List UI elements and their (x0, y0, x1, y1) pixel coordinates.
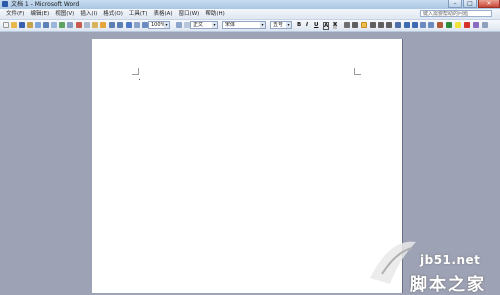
menu-insert[interactable]: 插入(I) (80, 9, 97, 19)
window-controls: – □ × (447, 0, 500, 9)
menu-table[interactable]: 表格(A) (154, 9, 173, 19)
hyperlink-icon[interactable] (126, 22, 132, 28)
open-folder-icon[interactable] (11, 22, 17, 28)
style-select[interactable]: 正文 ▾ (190, 21, 218, 29)
italic-button[interactable]: I (306, 21, 308, 30)
font-size-select[interactable]: 五号 ▾ (270, 21, 292, 29)
help-search-input[interactable]: 键入需要帮助的问题 (420, 10, 492, 17)
research-icon[interactable] (67, 22, 73, 28)
chevron-down-icon: ▾ (260, 22, 265, 28)
align-center-icon[interactable] (370, 22, 376, 28)
align-right-icon[interactable] (378, 22, 384, 28)
new-document-icon[interactable] (3, 22, 9, 28)
crop-mark-top-right (354, 68, 361, 75)
change-case-icon[interactable] (437, 22, 443, 28)
font-select[interactable]: 宋体 ▾ (222, 21, 266, 29)
font-color-icon[interactable] (464, 22, 470, 28)
numbering-icon[interactable] (404, 22, 410, 28)
paste-icon[interactable] (92, 22, 98, 28)
highlight-icon[interactable] (455, 22, 461, 28)
menu-edit[interactable]: 编辑(E) (30, 9, 49, 19)
crop-mark-top-left (132, 68, 139, 75)
line-spacing-icon[interactable] (395, 22, 401, 28)
distributed-icon[interactable] (386, 22, 392, 28)
print-preview-icon[interactable] (51, 22, 57, 28)
window-title: 文档 1 - Microsoft Word (11, 1, 80, 8)
chevron-down-icon: ▾ (164, 22, 169, 28)
chevron-down-icon: ▾ (212, 22, 217, 28)
chevron-down-icon: ▾ (286, 22, 291, 28)
menu-view[interactable]: 视图(V) (55, 9, 74, 19)
asian-layout-icon[interactable] (473, 22, 479, 28)
maximize-button[interactable]: □ (463, 0, 477, 8)
permission-icon[interactable] (27, 22, 33, 28)
close-button[interactable]: × (478, 0, 500, 8)
bold-button[interactable]: B (297, 21, 301, 30)
increase-indent-icon[interactable] (428, 22, 434, 28)
menu-bar: 文件(F) 编辑(E) 视图(V) 插入(I) 格式(O) 工具(T) 表格(A… (0, 9, 500, 20)
redo-icon[interactable] (117, 22, 123, 28)
text-cursor (139, 79, 140, 80)
underline-button[interactable]: U (314, 21, 318, 30)
undo-icon[interactable] (109, 22, 115, 28)
email-icon[interactable] (35, 22, 41, 28)
character-shading-button[interactable]: X (333, 22, 338, 29)
watermark-site: jb51.net (420, 253, 481, 267)
document-page[interactable] (92, 39, 402, 293)
zoom-select[interactable]: 100% ▾ (148, 21, 170, 29)
font-size-value: 五号 (273, 22, 284, 28)
print-icon[interactable] (43, 22, 49, 28)
menu-help[interactable]: 帮助(H) (205, 9, 224, 19)
copy-icon[interactable] (84, 22, 90, 28)
menu-tools[interactable]: 工具(T) (129, 9, 148, 19)
align-left-icon[interactable] (352, 22, 358, 28)
format-painter-icon[interactable] (100, 22, 106, 28)
decrease-indent-icon[interactable] (420, 22, 426, 28)
border-icon[interactable] (446, 22, 452, 28)
save-icon[interactable] (19, 22, 25, 28)
help-icon[interactable] (176, 22, 182, 28)
text-effect-icon[interactable] (344, 22, 350, 28)
character-border-button[interactable]: A (323, 22, 330, 30)
style-value: 正文 (193, 22, 204, 28)
menu-items: 文件(F) 编辑(E) 视图(V) 插入(I) 格式(O) 工具(T) 表格(A… (6, 9, 231, 19)
spelling-icon[interactable] (59, 22, 65, 28)
menu-window[interactable]: 窗口(W) (179, 9, 200, 19)
justify-icon[interactable] (361, 22, 367, 28)
cut-icon[interactable] (76, 22, 82, 28)
toolbar-options-icon[interactable] (482, 22, 488, 28)
watermark-name: 脚本之家 (410, 275, 486, 295)
bullets-icon[interactable] (412, 22, 418, 28)
menu-format[interactable]: 格式(O) (103, 9, 123, 19)
minimize-button[interactable]: – (448, 0, 462, 8)
menu-file[interactable]: 文件(F) (6, 9, 24, 19)
font-value: 宋体 (225, 22, 236, 28)
formatting-toolbar: 100% ▾ 正文 ▾ 宋体 ▾ 五号 ▾ B I U A X (0, 20, 500, 32)
word-app-icon[interactable] (2, 1, 8, 7)
tables-borders-icon[interactable] (134, 22, 140, 28)
